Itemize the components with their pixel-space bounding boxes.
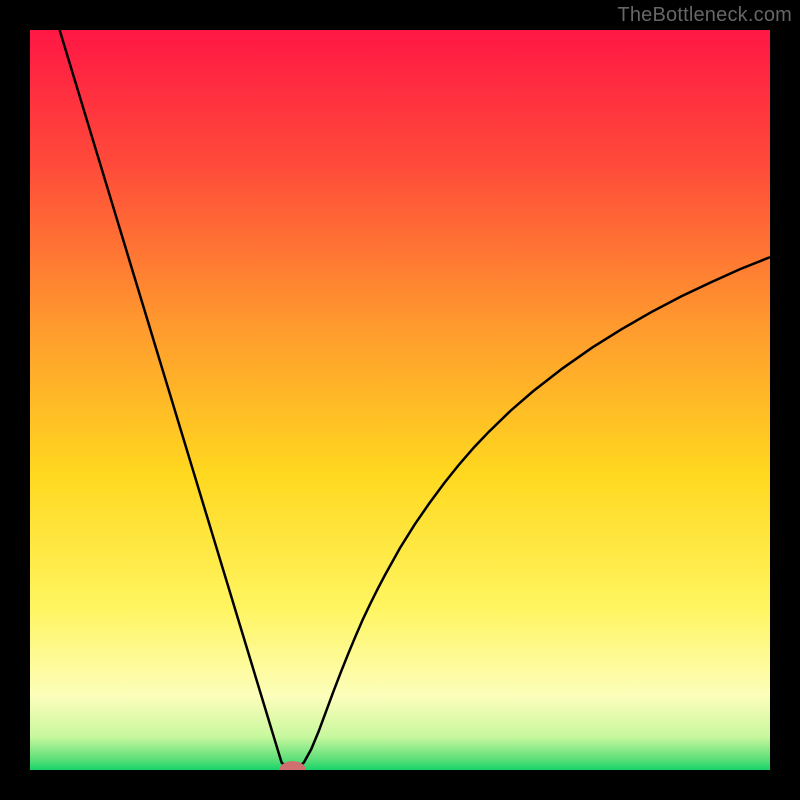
chart-frame: TheBottleneck.com: [0, 0, 800, 800]
chart-background: [30, 30, 770, 770]
bottleneck-chart: [30, 30, 770, 770]
watermark-text: TheBottleneck.com: [617, 4, 792, 27]
